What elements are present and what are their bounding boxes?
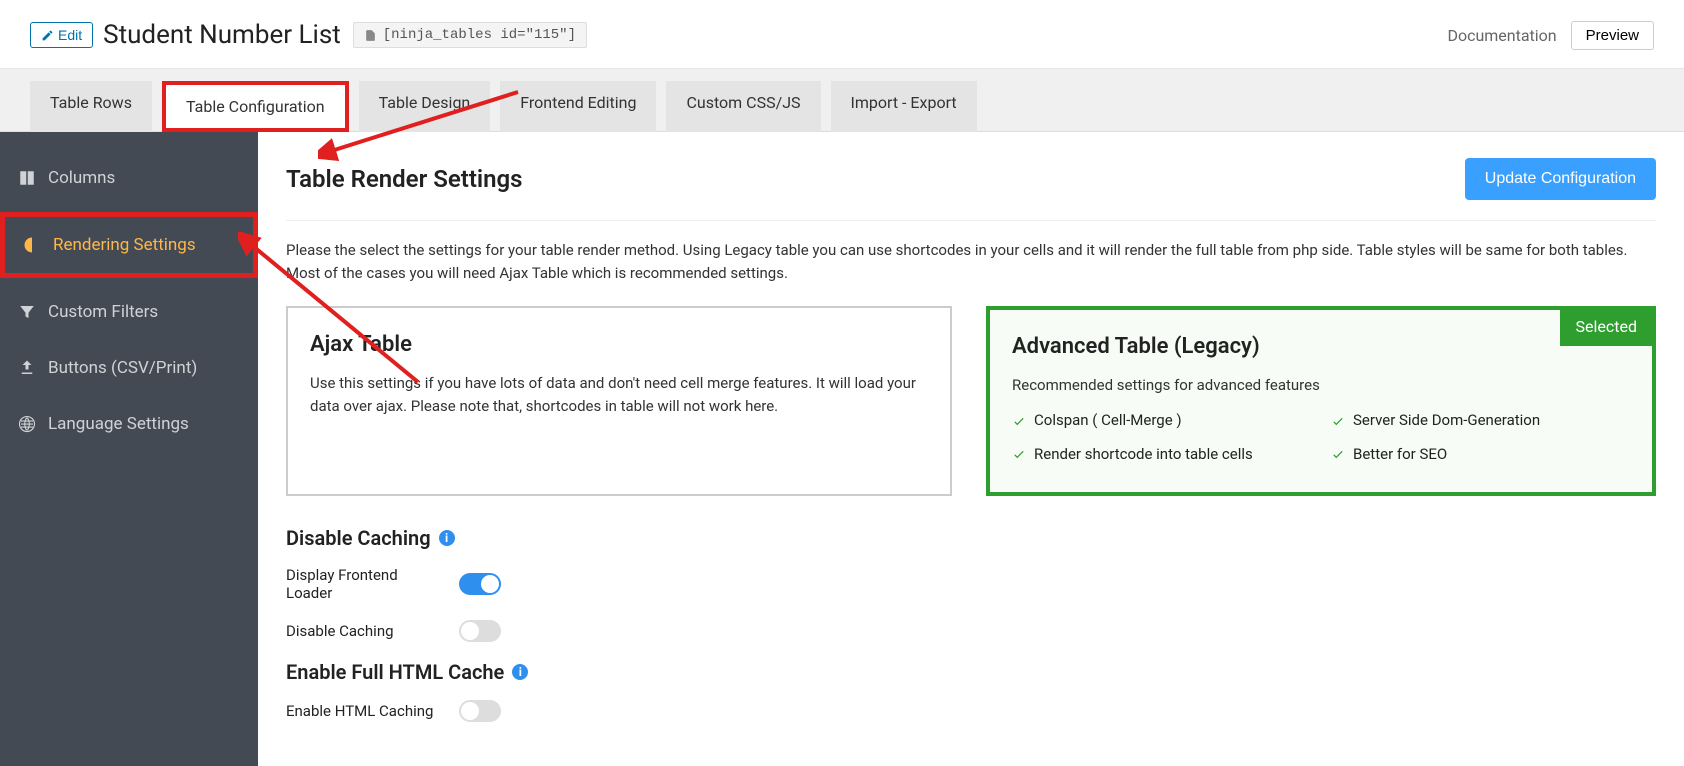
language-icon [18, 415, 36, 433]
tab-frontend-editing[interactable]: Frontend Editing [500, 81, 656, 132]
card-title: Advanced Table (Legacy) [1012, 330, 1630, 364]
card-ajax-table[interactable]: Ajax Table Use this settings if you have… [286, 306, 952, 496]
feature-item: Render shortcode into table cells [1012, 443, 1311, 466]
card-advanced-table-legacy[interactable]: Selected Advanced Table (Legacy) Recomme… [986, 306, 1656, 496]
feature-list: Colspan ( Cell-Merge ) Server Side Dom-G… [1012, 409, 1630, 466]
check-icon [1012, 447, 1026, 461]
layout: Columns Rendering Settings Custom Filter… [0, 132, 1684, 766]
tab-table-rows[interactable]: Table Rows [30, 81, 152, 132]
option-row-html-caching: Enable HTML Caching [286, 700, 1656, 722]
tab-table-configuration[interactable]: Table Configuration [162, 81, 349, 132]
tab-table-design[interactable]: Table Design [359, 81, 491, 132]
feature-item: Colspan ( Cell-Merge ) [1012, 409, 1311, 432]
option-label: Enable HTML Caching [286, 702, 441, 720]
edit-button[interactable]: Edit [30, 22, 93, 48]
selected-badge: Selected [1560, 309, 1653, 346]
filter-icon [18, 303, 36, 321]
toggle-html-caching[interactable] [459, 700, 501, 722]
tab-custom-css-js[interactable]: Custom CSS/JS [666, 81, 820, 132]
sidebar-item-custom-filters[interactable]: Custom Filters [0, 284, 258, 340]
feature-label: Server Side Dom-Generation [1353, 409, 1540, 432]
info-icon[interactable]: i [512, 664, 528, 680]
sidebar-item-label: Columns [48, 168, 115, 188]
card-desc: Use this settings if you have lots of da… [310, 372, 928, 419]
info-icon[interactable]: i [439, 530, 455, 546]
toggle-display-loader[interactable] [459, 573, 501, 595]
topbar-right: Documentation Preview [1447, 21, 1654, 50]
shortcode-box[interactable]: [ninja_tables id="115"] [353, 22, 587, 48]
feature-label: Better for SEO [1353, 443, 1447, 466]
page-title: Student Number List [103, 20, 341, 50]
section-disable-caching: Disable Caching i [286, 526, 1656, 550]
section-label: Disable Caching [286, 526, 431, 550]
sidebar-item-columns[interactable]: Columns [0, 150, 258, 206]
shortcode-text: [ninja_tables id="115"] [383, 27, 576, 43]
document-icon [364, 29, 377, 42]
check-icon [1331, 447, 1345, 461]
section-label: Enable Full HTML Cache [286, 660, 504, 684]
tab-bar: Table Rows Table Configuration Table Des… [0, 69, 1684, 132]
main-header: Table Render Settings Update Configurati… [286, 158, 1656, 221]
description-text: Please the select the settings for your … [286, 239, 1656, 284]
section-enable-html-cache: Enable Full HTML Cache i [286, 660, 1656, 684]
sidebar-item-label: Rendering Settings [53, 235, 196, 255]
pencil-icon [41, 29, 54, 42]
section-heading: Table Render Settings [286, 165, 523, 193]
option-label: Display Frontend Loader [286, 566, 441, 602]
topbar: Edit Student Number List [ninja_tables i… [0, 0, 1684, 69]
option-label: Disable Caching [286, 622, 441, 640]
feature-label: Render shortcode into table cells [1034, 443, 1253, 466]
main-panel: Table Render Settings Update Configurati… [258, 132, 1684, 766]
check-icon [1331, 414, 1345, 428]
card-title: Ajax Table [310, 328, 928, 362]
sidebar-item-rendering-settings[interactable]: Rendering Settings [0, 212, 258, 278]
option-row-display-loader: Display Frontend Loader [286, 566, 1656, 602]
option-row-disable-caching: Disable Caching [286, 620, 1656, 642]
toggle-disable-caching[interactable] [459, 620, 501, 642]
feature-item: Better for SEO [1331, 443, 1630, 466]
export-icon [18, 359, 36, 377]
documentation-link[interactable]: Documentation [1447, 26, 1556, 45]
render-option-cards: Ajax Table Use this settings if you have… [286, 306, 1656, 496]
feature-item: Server Side Dom-Generation [1331, 409, 1630, 432]
sidebar-item-label: Buttons (CSV/Print) [48, 358, 197, 378]
preview-button[interactable]: Preview [1571, 21, 1654, 50]
edit-label: Edit [58, 27, 82, 43]
check-icon [1012, 414, 1026, 428]
feature-label: Colspan ( Cell-Merge ) [1034, 409, 1182, 432]
tab-import-export[interactable]: Import - Export [831, 81, 977, 132]
sidebar-item-buttons[interactable]: Buttons (CSV/Print) [0, 340, 258, 396]
card-desc: Recommended settings for advanced featur… [1012, 374, 1630, 397]
sidebar-item-language-settings[interactable]: Language Settings [0, 396, 258, 452]
render-icon [23, 236, 41, 254]
sidebar-item-label: Custom Filters [48, 302, 158, 322]
sidebar-item-label: Language Settings [48, 414, 189, 434]
columns-icon [18, 169, 36, 187]
update-configuration-button[interactable]: Update Configuration [1465, 158, 1656, 200]
sidebar: Columns Rendering Settings Custom Filter… [0, 132, 258, 766]
